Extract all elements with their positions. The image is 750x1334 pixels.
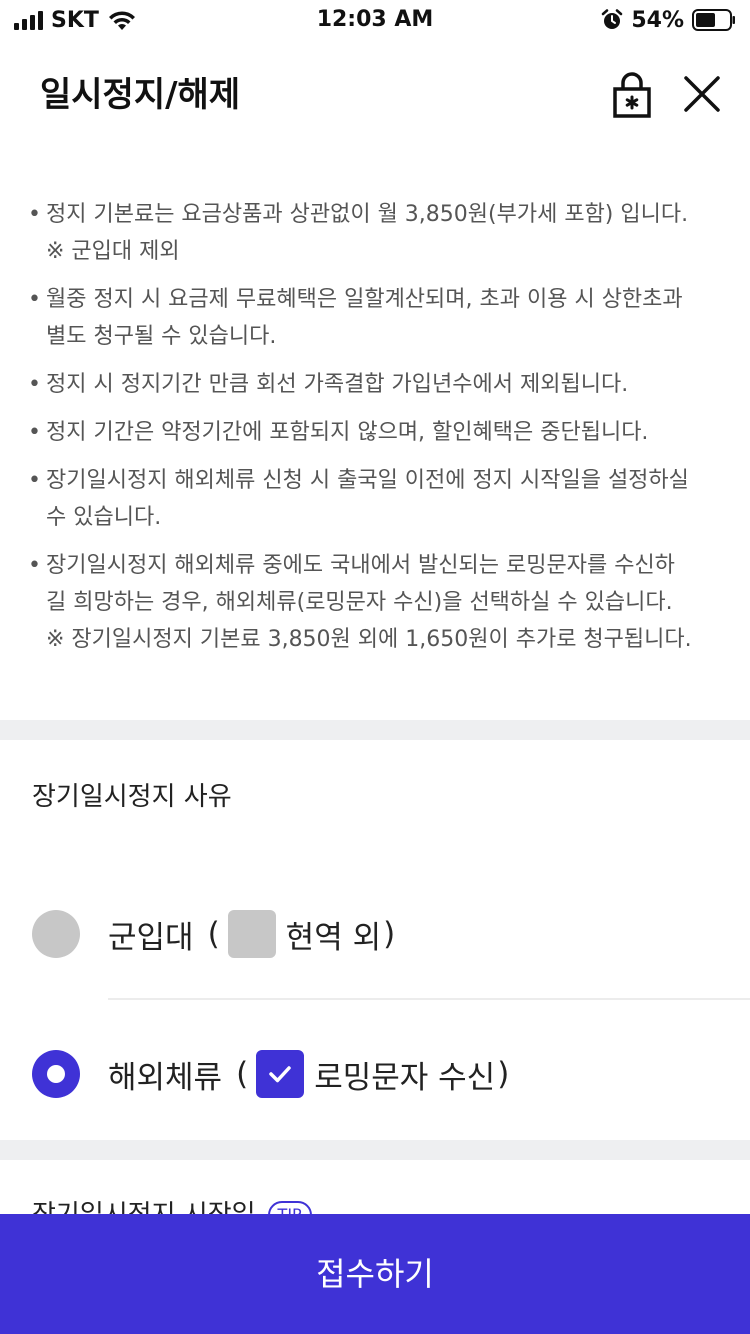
option-divider [108,998,750,1000]
paren-open: ( [236,1056,249,1092]
notice-item: • 월중 정지 시 요금제 무료혜택은 일할계산되며, 초과 이용 시 상한초과… [28,281,718,355]
notice-line: 정지 기본료는 요금상품과 상관없이 월 3,850원(부가세 포함) 입니다. [46,202,689,227]
check-icon [269,1066,291,1083]
option-label: 군입대 [108,919,194,956]
option-sub-label: 현역 외 [285,919,382,956]
paren-open: ( [207,916,220,952]
option-row: 해외체류 ( 로밍문자 수신 ) [108,1046,509,1102]
notice-item: • 정지 기본료는 요금상품과 상관없이 월 3,850원(부가세 포함) 입니… [28,196,718,270]
bullet: • [28,372,41,397]
notice-item: • 장기일시정지 해외체류 신청 시 출국일 이전에 정지 시작일을 설정하실 … [28,462,718,536]
bullet: • [28,287,41,312]
page-title: 일시정지/해제 [40,75,241,115]
reason-section-title: 장기일시정지 사유 [32,782,232,812]
option-row: 군입대 ( 현역 외 ) [108,906,395,962]
notice-item: • 장기일시정지 해외체류 중에도 국내에서 발신되는 로밍문자를 수신하 길 … [28,547,718,658]
notice-line: 수 있습니다. [46,505,162,530]
battery-icon [692,9,735,31]
alarm-icon [602,9,623,29]
notice-line: ※ 군입대 제외 [46,239,180,264]
bullet: • [28,202,41,227]
bullet: • [28,553,41,578]
option-sub-label: 로밍문자 수신 [314,1059,496,1096]
paren-close: ) [497,1056,510,1092]
status-bar: SKT 12:03 AM 54% [0,0,750,40]
page-header: 일시정지/해제 [0,60,750,130]
notice-line: 정지 기간은 약정기간에 포함되지 않으며, 할인혜택은 중단됩니다. [46,420,649,445]
checkbox-active-duty[interactable] [227,910,276,958]
section-separator [0,1140,750,1160]
option-military[interactable]: 군입대 ( 현역 외 ) [0,884,750,984]
radio-overseas[interactable] [32,1050,80,1098]
bullet: • [28,420,41,445]
lock-icon [613,72,651,118]
battery-percent: 54% [631,7,684,33]
lock-button[interactable] [612,70,652,118]
notice-line: 장기일시정지 해외체류 중에도 국내에서 발신되는 로밍문자를 수신하 [46,553,675,578]
checkbox-roaming-sms[interactable] [256,1050,305,1098]
notice-line: 길 희망하는 경우, 해외체류(로밍문자 수신)을 선택하실 수 있습니다. [46,590,673,615]
notice-item: • 정지 기간은 약정기간에 포함되지 않으며, 할인혜택은 중단됩니다. [28,414,718,451]
radio-military[interactable] [32,910,80,958]
section-separator [0,720,750,740]
notice-line: ※ 장기일시정지 기본료 3,850원 외에 1,650원이 추가로 청구됩니다… [46,627,692,652]
notice-line: 정지 시 정지기간 만큼 회선 가족결합 가입년수에서 제외됩니다. [46,372,629,397]
notice-list: • 정지 기본료는 요금상품과 상관없이 월 3,850원(부가세 포함) 입니… [28,196,718,669]
bullet: • [28,468,41,493]
option-overseas[interactable]: 해외체류 ( 로밍문자 수신 ) [0,1024,750,1124]
status-right: 54% [601,6,736,34]
notice-line: 장기일시정지 해외체류 신청 시 출국일 이전에 정지 시작일을 설정하실 [46,468,689,493]
paren-close: ) [383,916,396,952]
notice-line: 월중 정지 시 요금제 무료혜택은 일할계산되며, 초과 이용 시 상한초과 [46,287,683,312]
close-button[interactable] [680,72,724,116]
close-icon [684,76,720,112]
notice-line: 별도 청구될 수 있습니다. [46,324,277,349]
submit-button[interactable]: 접수하기 [0,1214,750,1334]
option-label: 해외체류 [108,1059,223,1096]
notice-item: • 정지 시 정지기간 만큼 회선 가족결합 가입년수에서 제외됩니다. [28,366,718,403]
